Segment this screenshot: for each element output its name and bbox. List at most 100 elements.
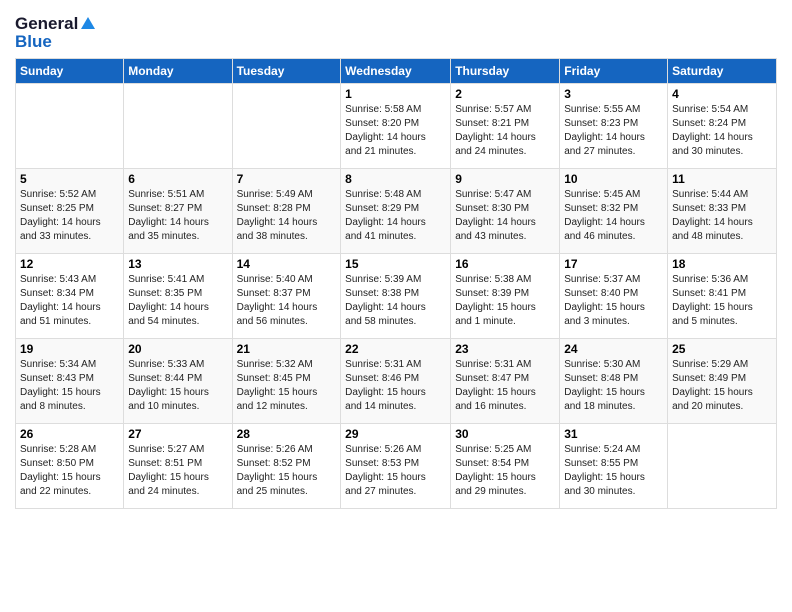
calendar-cell: 22 Sunrise: 5:31 AM Sunset: 8:46 PM Dayli…	[341, 339, 451, 424]
cell-info: Sunrise: 5:45 AM Sunset: 8:32 PM Dayligh…	[564, 188, 663, 244]
header-wednesday: Wednesday	[341, 59, 451, 84]
logo-blue: Blue	[15, 32, 52, 52]
date-number: 7	[237, 172, 337, 186]
calendar-cell: 17 Sunrise: 5:37 AM Sunset: 8:40 PM Dayli…	[560, 254, 668, 339]
calendar-cell: 3Sunrise: 5:55 AM Sunset: 8:23 PM Daylig…	[560, 84, 668, 169]
header-saturday: Saturday	[668, 59, 777, 84]
calendar-cell: 24 Sunrise: 5:30 AM Sunset: 8:48 PM Dayli…	[560, 339, 668, 424]
days-header-row: Sunday Monday Tuesday Wednesday Thursday…	[16, 59, 777, 84]
date-number: 6	[128, 172, 227, 186]
calendar-cell: 12Sunrise: 5:43 AM Sunset: 8:34 PM Dayli…	[16, 254, 124, 339]
cell-info: Sunrise: 5:55 AM Sunset: 8:23 PM Dayligh…	[564, 103, 663, 159]
cell-info: Sunrise: 5:51 AM Sunset: 8:27 PM Dayligh…	[128, 188, 227, 244]
calendar-cell: 19 Sunrise: 5:34 AM Sunset: 8:43 PM Dayli…	[16, 339, 124, 424]
date-number: 14	[237, 257, 337, 271]
calendar-cell: 5 Sunrise: 5:52 AM Sunset: 8:25 PM Daylig…	[16, 169, 124, 254]
calendar-cell: 1Sunrise: 5:58 AM Sunset: 8:20 PM Daylig…	[341, 84, 451, 169]
cell-info: Sunrise: 5:36 AM Sunset: 8:41 PM Dayligh…	[672, 273, 772, 329]
calendar-week-row: 26Sunrise: 5:28 AM Sunset: 8:50 PM Dayli…	[16, 424, 777, 509]
logo-triangle-icon	[81, 17, 95, 29]
date-number: 19	[20, 342, 119, 356]
header-sunday: Sunday	[16, 59, 124, 84]
date-number: 31	[564, 427, 663, 441]
date-number: 17	[564, 257, 663, 271]
calendar-cell	[668, 424, 777, 509]
calendar-cell: 27Sunrise: 5:27 AM Sunset: 8:51 PM Dayli…	[124, 424, 232, 509]
cell-info: Sunrise: 5:26 AM Sunset: 8:53 PM Dayligh…	[345, 443, 446, 499]
cell-info: Sunrise: 5:30 AM Sunset: 8:48 PM Dayligh…	[564, 358, 663, 414]
cell-info: Sunrise: 5:49 AM Sunset: 8:28 PM Dayligh…	[237, 188, 337, 244]
calendar-cell: 23 Sunrise: 5:31 AM Sunset: 8:47 PM Dayli…	[451, 339, 560, 424]
cell-info: Sunrise: 5:29 AM Sunset: 8:49 PM Dayligh…	[672, 358, 772, 414]
cell-info: Sunrise: 5:28 AM Sunset: 8:50 PM Dayligh…	[20, 443, 119, 499]
date-number: 29	[345, 427, 446, 441]
date-number: 24	[564, 342, 663, 356]
date-number: 16	[455, 257, 555, 271]
date-number: 10	[564, 172, 663, 186]
date-number: 13	[128, 257, 227, 271]
date-number: 21	[237, 342, 337, 356]
header-tuesday: Tuesday	[232, 59, 341, 84]
cell-info: Sunrise: 5:43 AM Sunset: 8:34 PM Dayligh…	[20, 273, 119, 329]
calendar-cell	[124, 84, 232, 169]
cell-info: Sunrise: 5:31 AM Sunset: 8:47 PM Dayligh…	[455, 358, 555, 414]
date-number: 20	[128, 342, 227, 356]
calendar-cell: 30Sunrise: 5:25 AM Sunset: 8:54 PM Dayli…	[451, 424, 560, 509]
calendar-week-row: 19 Sunrise: 5:34 AM Sunset: 8:43 PM Dayli…	[16, 339, 777, 424]
page-header: General Blue	[15, 10, 777, 52]
calendar-cell: 25 Sunrise: 5:29 AM Sunset: 8:49 PM Dayli…	[668, 339, 777, 424]
date-number: 9	[455, 172, 555, 186]
cell-info: Sunrise: 5:25 AM Sunset: 8:54 PM Dayligh…	[455, 443, 555, 499]
date-number: 5	[20, 172, 119, 186]
cell-info: Sunrise: 5:40 AM Sunset: 8:37 PM Dayligh…	[237, 273, 337, 329]
calendar-cell: 6 Sunrise: 5:51 AM Sunset: 8:27 PM Daylig…	[124, 169, 232, 254]
date-number: 22	[345, 342, 446, 356]
calendar-cell: 14 Sunrise: 5:40 AM Sunset: 8:37 PM Dayli…	[232, 254, 341, 339]
cell-info: Sunrise: 5:37 AM Sunset: 8:40 PM Dayligh…	[564, 273, 663, 329]
calendar-cell: 4Sunrise: 5:54 AM Sunset: 8:24 PM Daylig…	[668, 84, 777, 169]
date-number: 11	[672, 172, 772, 186]
date-number: 18	[672, 257, 772, 271]
date-number: 23	[455, 342, 555, 356]
calendar-cell: 16 Sunrise: 5:38 AM Sunset: 8:39 PM Dayli…	[451, 254, 560, 339]
calendar-cell: 18 Sunrise: 5:36 AM Sunset: 8:41 PM Dayli…	[668, 254, 777, 339]
calendar-cell: 28 Sunrise: 5:26 AM Sunset: 8:52 PM Dayli…	[232, 424, 341, 509]
calendar-cell	[232, 84, 341, 169]
cell-info: Sunrise: 5:31 AM Sunset: 8:46 PM Dayligh…	[345, 358, 446, 414]
date-number: 15	[345, 257, 446, 271]
cell-info: Sunrise: 5:24 AM Sunset: 8:55 PM Dayligh…	[564, 443, 663, 499]
cell-info: Sunrise: 5:39 AM Sunset: 8:38 PM Dayligh…	[345, 273, 446, 329]
calendar-cell: 8Sunrise: 5:48 AM Sunset: 8:29 PM Daylig…	[341, 169, 451, 254]
calendar-table: Sunday Monday Tuesday Wednesday Thursday…	[15, 58, 777, 509]
cell-info: Sunrise: 5:54 AM Sunset: 8:24 PM Dayligh…	[672, 103, 772, 159]
calendar-cell	[16, 84, 124, 169]
header-friday: Friday	[560, 59, 668, 84]
calendar-week-row: 12Sunrise: 5:43 AM Sunset: 8:34 PM Dayli…	[16, 254, 777, 339]
logo-general: General	[15, 14, 78, 34]
cell-info: Sunrise: 5:48 AM Sunset: 8:29 PM Dayligh…	[345, 188, 446, 244]
calendar-cell: 29 Sunrise: 5:26 AM Sunset: 8:53 PM Dayli…	[341, 424, 451, 509]
calendar-cell: 13 Sunrise: 5:41 AM Sunset: 8:35 PM Dayli…	[124, 254, 232, 339]
calendar-cell: 7 Sunrise: 5:49 AM Sunset: 8:28 PM Daylig…	[232, 169, 341, 254]
logo: General Blue	[15, 14, 95, 52]
header-monday: Monday	[124, 59, 232, 84]
cell-info: Sunrise: 5:27 AM Sunset: 8:51 PM Dayligh…	[128, 443, 227, 499]
cell-info: Sunrise: 5:33 AM Sunset: 8:44 PM Dayligh…	[128, 358, 227, 414]
cell-info: Sunrise: 5:26 AM Sunset: 8:52 PM Dayligh…	[237, 443, 337, 499]
calendar-cell: 31 Sunrise: 5:24 AM Sunset: 8:55 PM Dayli…	[560, 424, 668, 509]
calendar-cell: 21 Sunrise: 5:32 AM Sunset: 8:45 PM Dayli…	[232, 339, 341, 424]
cell-info: Sunrise: 5:58 AM Sunset: 8:20 PM Dayligh…	[345, 103, 446, 159]
cell-info: Sunrise: 5:47 AM Sunset: 8:30 PM Dayligh…	[455, 188, 555, 244]
cell-info: Sunrise: 5:34 AM Sunset: 8:43 PM Dayligh…	[20, 358, 119, 414]
cell-info: Sunrise: 5:38 AM Sunset: 8:39 PM Dayligh…	[455, 273, 555, 329]
calendar-cell: 15 Sunrise: 5:39 AM Sunset: 8:38 PM Dayli…	[341, 254, 451, 339]
calendar-cell: 2Sunrise: 5:57 AM Sunset: 8:21 PM Daylig…	[451, 84, 560, 169]
cell-info: Sunrise: 5:41 AM Sunset: 8:35 PM Dayligh…	[128, 273, 227, 329]
cell-info: Sunrise: 5:32 AM Sunset: 8:45 PM Dayligh…	[237, 358, 337, 414]
calendar-cell: 11Sunrise: 5:44 AM Sunset: 8:33 PM Dayli…	[668, 169, 777, 254]
calendar-cell: 20 Sunrise: 5:33 AM Sunset: 8:44 PM Dayli…	[124, 339, 232, 424]
date-number: 25	[672, 342, 772, 356]
calendar-week-row: 1Sunrise: 5:58 AM Sunset: 8:20 PM Daylig…	[16, 84, 777, 169]
date-number: 28	[237, 427, 337, 441]
cell-info: Sunrise: 5:52 AM Sunset: 8:25 PM Dayligh…	[20, 188, 119, 244]
